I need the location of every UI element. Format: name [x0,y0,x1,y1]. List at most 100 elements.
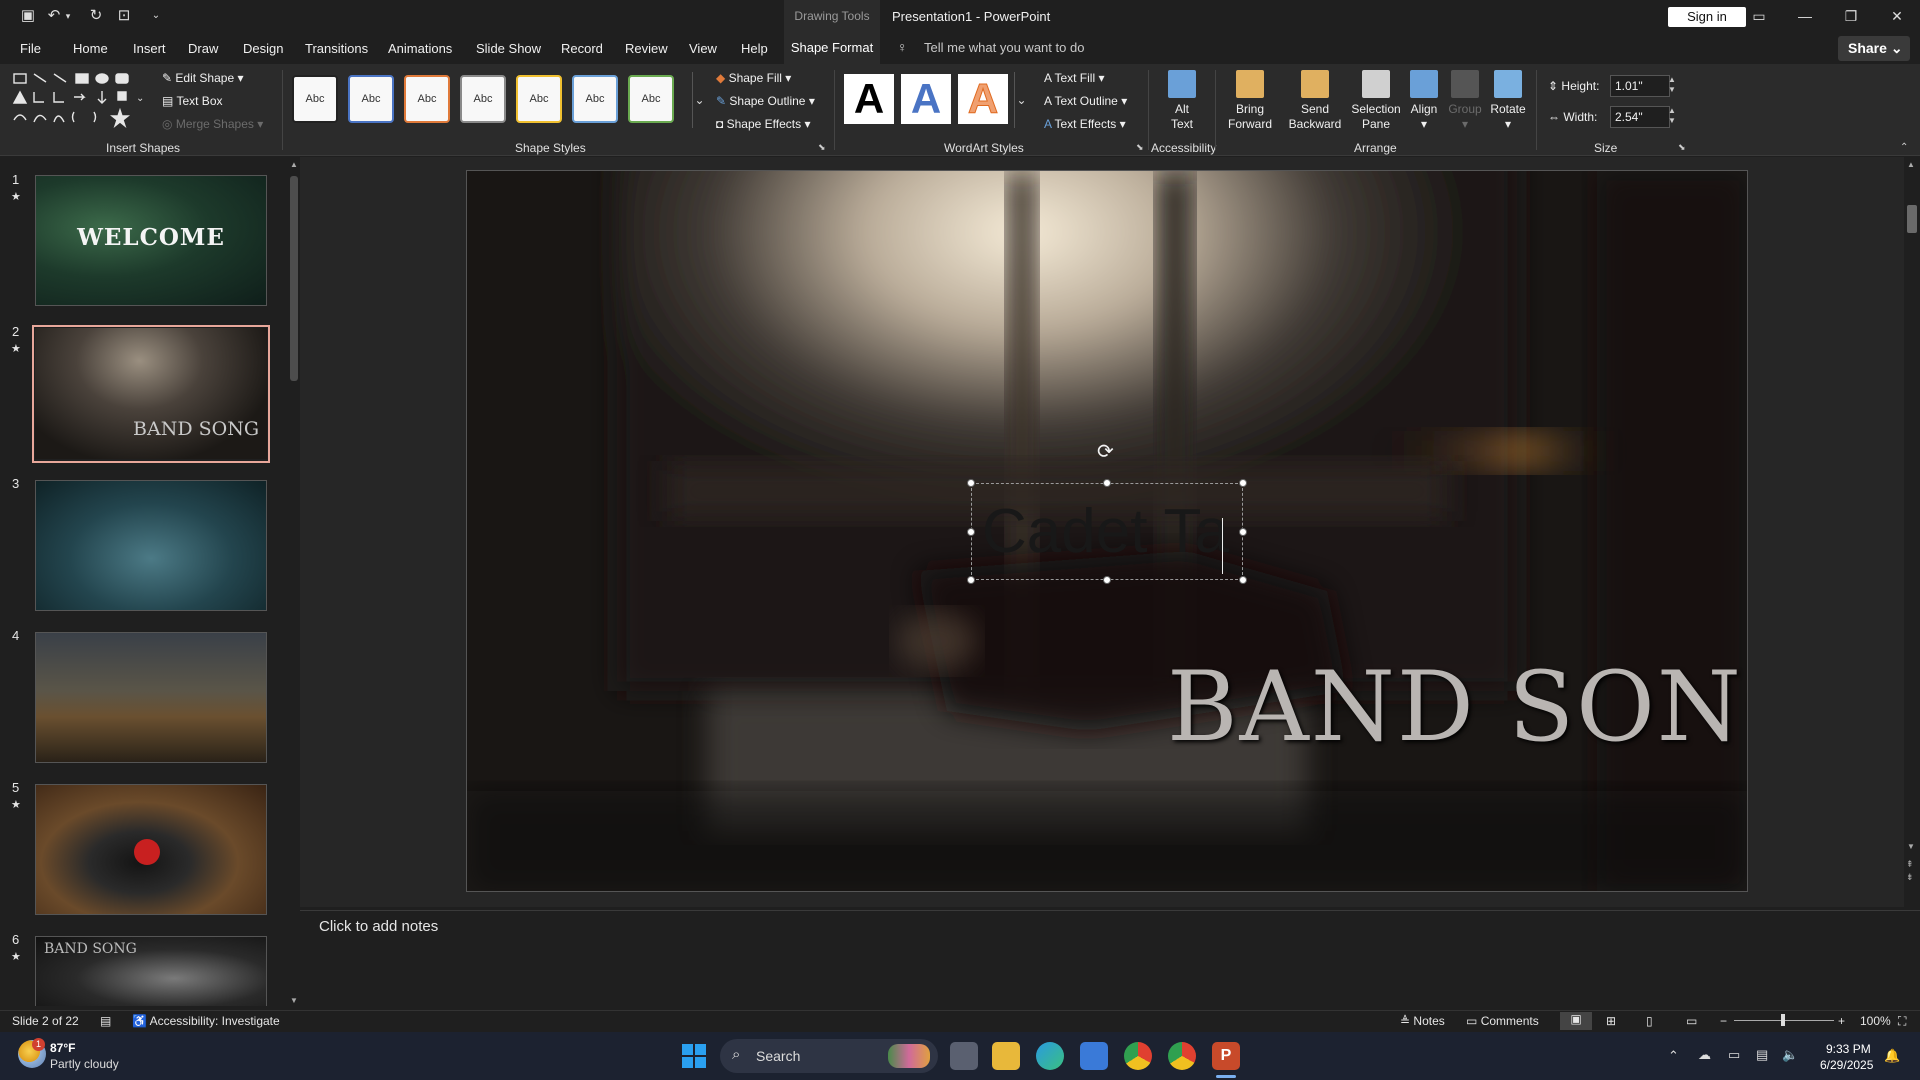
file-explorer-icon[interactable] [992,1042,1020,1070]
customize-qat-icon[interactable]: ⌄ [146,7,166,25]
notes-toggle[interactable]: ≜ Notes [1400,1014,1445,1028]
task-view-icon[interactable] [950,1042,978,1070]
shapes-more-icon[interactable]: ⌄ [136,93,144,104]
zoom-level[interactable]: 100% [1860,1014,1891,1028]
shape-style-swatch[interactable]: Abc [628,75,674,123]
taskbar-search-box[interactable]: ⌕ Search [720,1039,938,1073]
ribbon-display-options-icon[interactable]: ▭ [1744,4,1774,28]
present-from-beginning-icon[interactable]: ⊡ [114,7,134,25]
send-backward-button[interactable]: Send Backward [1282,70,1348,132]
edit-shape-button[interactable]: ✎ Edit Shape ▾ [162,71,244,85]
chrome-icon[interactable] [1124,1042,1152,1070]
close-button[interactable]: ✕ [1882,4,1912,28]
collapse-ribbon-icon[interactable]: ⌃ [1900,142,1908,153]
windows-start-icon[interactable] [682,1044,706,1068]
minimize-button[interactable]: — [1790,4,1820,28]
dialog-launcher-icon[interactable]: ⬊ [1136,142,1144,153]
comments-toggle[interactable]: ▭ Comments [1466,1014,1539,1028]
alt-text-button[interactable]: Alt Text [1160,70,1204,132]
tab-design[interactable]: Design [243,41,283,56]
slide-thumbnail-1[interactable]: WELCOME [35,175,267,306]
clock-time[interactable]: 9:33 PM [1826,1042,1871,1056]
sign-in-button[interactable]: Sign in [1668,7,1746,27]
slideshow-view-icon[interactable]: ▭ [1686,1014,1697,1028]
slide-scroll-thumb[interactable] [1907,205,1917,233]
shape-style-swatch[interactable]: Abc [404,75,450,123]
show-hidden-icons-icon[interactable]: ⌃ [1668,1048,1679,1064]
slide-thumbnail-2[interactable]: BAND SONG [35,328,267,459]
height-input[interactable]: 1.01" [1610,75,1670,97]
zoom-slider-thumb[interactable] [1781,1014,1785,1026]
shapes-gallery[interactable] [10,70,134,134]
slide-title-text[interactable]: BAND SONG [1167,651,1747,763]
resize-handle[interactable] [1239,576,1247,584]
text-fill-button[interactable]: A Text Fill ▾ [1044,71,1105,85]
shape-effects-button[interactable]: ◘ Shape Effects ▾ [716,117,810,131]
width-input[interactable]: 2.54" [1610,106,1670,128]
tab-draw[interactable]: Draw [188,41,218,56]
normal-view-icon[interactable]: ▣ [1560,1012,1592,1030]
clock-date[interactable]: 6/29/2025 [1820,1058,1873,1072]
resize-handle[interactable] [967,576,975,584]
volume-icon[interactable]: 🔈 [1782,1047,1798,1063]
tab-review[interactable]: Review [625,41,668,56]
resize-handle[interactable] [1103,479,1111,487]
weather-desc[interactable]: Partly cloudy [50,1057,119,1071]
width-spinner-icon[interactable]: ▲ ▼ [1668,106,1676,126]
scroll-up-icon[interactable]: ▲ [1907,160,1915,169]
tab-help[interactable]: Help [741,41,768,56]
resize-handle[interactable] [1103,576,1111,584]
zoom-in-icon[interactable]: + [1838,1014,1845,1028]
shape-style-swatch[interactable]: Abc [348,75,394,123]
display-icon[interactable]: ▭ [1728,1047,1740,1063]
resize-handle[interactable] [1239,528,1247,536]
selection-pane-button[interactable]: Selection Pane [1350,70,1402,132]
align-button[interactable]: Align ▾ [1406,70,1442,132]
tab-record[interactable]: Record [561,41,603,56]
slide-sorter-icon[interactable]: ⊞ [1606,1014,1616,1028]
onedrive-icon[interactable]: ☁ [1698,1047,1711,1063]
tab-view[interactable]: View [689,41,717,56]
weather-temp[interactable]: 87°F [50,1041,75,1055]
edge-browser-icon[interactable] [1036,1042,1064,1070]
share-button[interactable]: Share ⌄ [1838,36,1910,61]
shape-outline-button[interactable]: ✎ Shape Outline ▾ [716,94,815,108]
textbox-text[interactable]: Cadet Ta [982,496,1229,567]
tell-me-search[interactable]: Tell me what you want to do [924,40,1084,55]
rotate-button[interactable]: Rotate ▾ [1488,70,1528,132]
tab-shape-format[interactable]: Shape Format [784,32,880,64]
shape-style-swatch[interactable]: Abc [460,75,506,123]
rotate-handle-icon[interactable]: ⟳ [1097,439,1114,464]
tab-file[interactable]: File [20,41,41,56]
current-slide[interactable]: Cadet Ta ⟳ BAND SONG [466,170,1748,892]
scroll-up-icon[interactable]: ▲ [290,160,298,169]
notifications-bell-icon[interactable]: 🔔 [1884,1048,1900,1064]
shape-style-swatch[interactable]: Abc [516,75,562,123]
tab-animations[interactable]: Animations [388,41,452,56]
slide-thumbnail-5[interactable] [35,784,267,915]
save-icon[interactable]: ▣ [18,7,38,25]
powerpoint-taskbar-icon[interactable]: P [1212,1042,1240,1070]
tab-home[interactable]: Home [73,41,108,56]
reading-view-icon[interactable]: ▯ [1646,1014,1653,1028]
shape-style-swatch[interactable]: Abc [292,75,338,123]
tab-insert[interactable]: Insert [133,41,166,56]
microsoft-store-icon[interactable] [1080,1042,1108,1070]
resize-handle[interactable] [967,479,975,487]
dialog-launcher-icon[interactable]: ⬊ [818,142,826,153]
wordart-style-orange[interactable]: A [958,74,1008,124]
wordart-more-icon[interactable]: ⌄ [1014,72,1028,128]
slide-thumbnail-4[interactable] [35,632,267,763]
dialog-launcher-icon[interactable]: ⬊ [1678,142,1686,153]
zoom-out-icon[interactable]: − [1720,1014,1727,1028]
restore-button[interactable]: ❐ [1836,4,1866,28]
thumbnails-scroll-thumb[interactable] [290,176,298,381]
text-outline-button[interactable]: A Text Outline ▾ [1044,94,1127,108]
shape-styles-more-icon[interactable]: ⌄ [692,72,706,128]
text-box-button[interactable]: ▤ Text Box [162,94,223,108]
shape-styles-gallery[interactable]: Abc Abc Abc Abc Abc Abc Abc [292,70,688,130]
slide-thumbnail-6[interactable]: BAND SONG [35,936,267,1006]
shape-style-swatch[interactable]: Abc [572,75,618,123]
resize-handle[interactable] [967,528,975,536]
chrome-profile-icon[interactable] [1168,1042,1196,1070]
